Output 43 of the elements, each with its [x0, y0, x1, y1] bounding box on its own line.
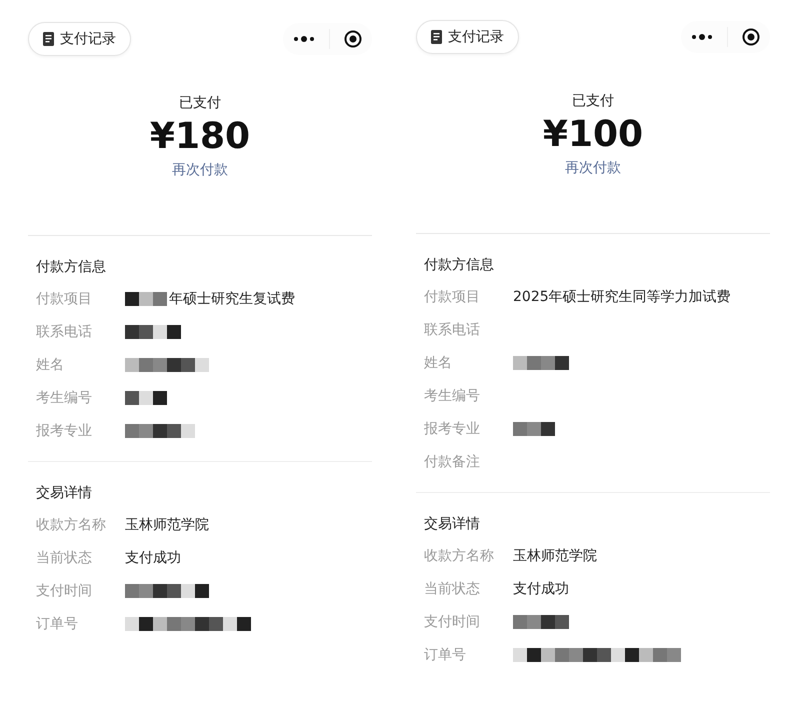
- field-label: 支付时间: [424, 612, 481, 630]
- section-title: 付款方信息: [36, 258, 107, 276]
- payment-records-button[interactable]: 支付记录: [28, 22, 131, 56]
- field-label: 付款项目: [36, 290, 93, 308]
- field-label: 联系电话: [36, 322, 93, 340]
- field-label: 报考专业: [424, 420, 481, 438]
- payment-status: 已支付: [179, 94, 221, 112]
- pay-again-link[interactable]: 再次付款: [565, 159, 621, 177]
- field-value: 2025年硕士研究生同等学力加试费: [513, 288, 731, 306]
- field-value: 玉林师范学院: [513, 546, 597, 564]
- field-label: 付款备注: [424, 452, 481, 470]
- field-label: 姓名: [424, 354, 453, 372]
- field-label: 考生编号: [424, 386, 481, 404]
- field-label: 订单号: [36, 614, 79, 632]
- document-icon: [43, 32, 54, 46]
- field-label: 订单号: [424, 646, 467, 664]
- field-value: 支付成功: [513, 580, 569, 598]
- close-icon[interactable]: [344, 30, 362, 48]
- field-label: 付款项目: [424, 288, 481, 306]
- field-label: 支付时间: [36, 582, 93, 600]
- section-title: 交易详情: [36, 484, 93, 502]
- field-label: 收款方名称: [36, 516, 107, 534]
- more-icon[interactable]: [293, 35, 315, 43]
- payment-records-button[interactable]: 支付记录: [416, 20, 519, 54]
- field-label: 当前状态: [424, 580, 481, 598]
- amount: ¥180: [150, 116, 250, 157]
- document-icon: [431, 30, 442, 44]
- payment-status: 已支付: [572, 92, 614, 110]
- field-label: 考生编号: [36, 388, 93, 406]
- more-icon[interactable]: [691, 33, 713, 41]
- field-value: 支付成功: [125, 548, 181, 566]
- field-label: 姓名: [36, 356, 65, 374]
- close-icon[interactable]: [742, 28, 760, 46]
- section-title: 付款方信息: [424, 256, 495, 274]
- amount: ¥100: [542, 114, 644, 155]
- field-label: 当前状态: [36, 548, 93, 566]
- field-value: 玉林师范学院: [125, 516, 209, 534]
- field-label: 收款方名称: [424, 546, 495, 564]
- field-label: 报考专业: [36, 422, 93, 440]
- field-value: 年硕士研究生复试费: [169, 290, 295, 308]
- pay-again-link[interactable]: 再次付款: [172, 161, 228, 179]
- field-label: 联系电话: [424, 320, 481, 338]
- section-title: 交易详情: [424, 515, 481, 533]
